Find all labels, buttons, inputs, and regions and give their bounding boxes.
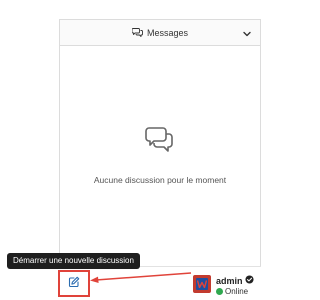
- avatar[interactable]: [193, 275, 211, 293]
- verified-check-icon: [244, 275, 254, 286]
- status-text: Online: [225, 287, 249, 296]
- status-dot: [216, 288, 223, 295]
- panel-header[interactable]: Messages: [60, 20, 260, 46]
- new-discussion-button[interactable]: [58, 270, 90, 297]
- chevron-down-icon: [243, 24, 251, 42]
- messages-panel: Messages Aucune discussion pour le momen…: [59, 19, 261, 266]
- annotation-arrow: [90, 272, 192, 283]
- panel-title-group: Messages: [131, 24, 189, 42]
- messages-widget: Messages Aucune discussion pour le momen…: [0, 0, 270, 300]
- empty-state-text: Aucune discussion pour le moment: [93, 175, 227, 185]
- panel-title: Messages: [146, 27, 189, 38]
- panel-body: Aucune discussion pour le moment: [60, 46, 260, 266]
- edit-pencil-icon: [68, 275, 80, 293]
- user-status: Online: [216, 287, 248, 296]
- avatar-logo: [196, 278, 208, 290]
- user-name: admin: [216, 275, 243, 286]
- new-discussion-tooltip: Démarrer une nouvelle discussion: [7, 253, 140, 269]
- chat-bubbles-icon: [131, 24, 143, 42]
- chat-bubbles-icon: [145, 125, 175, 158]
- collapse-button[interactable]: [234, 20, 260, 45]
- user-name-row: admin: [216, 275, 254, 286]
